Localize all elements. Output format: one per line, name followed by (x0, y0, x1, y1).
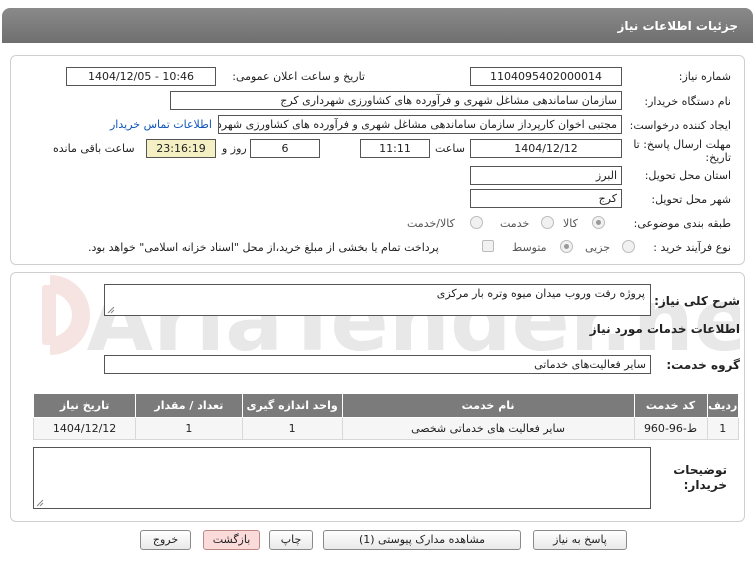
need-number-label: شماره نیاز: (678, 70, 731, 83)
announce-label: تاریخ و ساعت اعلان عمومی: (232, 70, 365, 83)
back-button[interactable]: بازگشت (203, 530, 260, 550)
cell-need-date: 1404/12/12 (32, 417, 137, 440)
deadline-label: مهلت ارسال پاسخ: تا (633, 138, 731, 151)
category-goods-service-label: کالا/خدمت (407, 217, 455, 230)
table-header-row: ردیف کد خدمت نام خدمت واحد اندازه گیری ت… (32, 393, 739, 418)
treasury-payment-checkbox[interactable] (482, 240, 494, 252)
process-medium-radio[interactable] (560, 240, 573, 253)
category-service-radio[interactable] (541, 216, 554, 229)
services-table: ردیف کد خدمت نام خدمت واحد اندازه گیری ت… (32, 393, 739, 440)
treasury-payment-note: پرداخت تمام یا بخشی از مبلغ خرید،از محل … (88, 241, 439, 254)
page-header: جزئیات اطلاعات نیاز (2, 8, 753, 43)
exit-button[interactable]: خروج (140, 530, 191, 550)
service-group-field: سایر فعالیت‌های خدماتی (104, 355, 651, 374)
cell-unit: 1 (241, 417, 343, 440)
service-group-label: گروه خدمت: (666, 358, 740, 372)
reply-button[interactable]: پاسخ به نیاز (533, 530, 627, 550)
buyer-contact-link[interactable]: اطلاعات تماس خریدار (110, 118, 212, 131)
days-remaining-field: 6 (250, 139, 320, 158)
col-header-row-num: ردیف (706, 393, 739, 418)
province-field: البرز (470, 166, 622, 185)
remaining-time-field: 23:16:19 (146, 139, 216, 158)
services-info-title: اطلاعات خدمات مورد نیاز (589, 322, 740, 336)
process-type-label: نوع فرآیند خرید : (653, 241, 731, 254)
category-goods-label: کالا (563, 217, 578, 230)
resize-grip-icon[interactable] (36, 499, 44, 507)
buyer-org-label: نام دستگاه خریدار: (644, 95, 731, 108)
announce-datetime-field: 1404/12/05 - 10:46 (66, 67, 216, 86)
col-header-need-date: تاریخ نیاز (32, 393, 137, 418)
table-row: 1 ط-96-960 سایر فعالیت های خدماتی شخصی 1… (32, 417, 739, 440)
view-attachments-button[interactable]: مشاهده مدارک پیوستی (1) (323, 530, 521, 550)
col-header-unit: واحد اندازه گیری (241, 393, 343, 418)
buyer-org-field: سازمان ساماندهی مشاغل شهری و فرآورده های… (170, 91, 622, 110)
col-header-service-code: کد خدمت (633, 393, 708, 418)
need-info-panel (10, 55, 745, 265)
buyer-notes-label-2: خریدار: (683, 478, 727, 492)
category-service-label: خدمت (500, 217, 530, 230)
buyer-notes-label: توضیحات (673, 463, 727, 477)
category-goods-radio[interactable] (592, 216, 605, 229)
need-number-field: 1104095402000014 (470, 67, 622, 86)
process-minor-radio[interactable] (622, 240, 635, 253)
process-medium-label: متوسط (512, 241, 547, 254)
creator-field: مجتبی اخوان کارپرداز سازمان ساماندهی مشا… (218, 115, 622, 134)
days-label: روز و (222, 142, 247, 155)
city-field: کرج (470, 189, 622, 208)
province-label: استان محل تحویل: (644, 169, 731, 182)
process-minor-label: جزیی (585, 241, 611, 254)
print-button[interactable]: چاپ (269, 530, 313, 550)
creator-label: ایجاد کننده درخواست: (629, 119, 731, 132)
general-desc-text: پروژه رفت وروب میدان میوه وتره بار مرکزی (436, 287, 645, 300)
resize-grip-icon[interactable] (107, 306, 115, 314)
category-goods-service-radio[interactable] (470, 216, 483, 229)
general-desc-label: شرح کلی نیاز: (654, 294, 740, 308)
remaining-label: ساعت باقی مانده (53, 142, 135, 155)
cell-quantity: 1 (135, 417, 243, 440)
category-label: طبقه بندی موضوعی: (633, 217, 731, 230)
deadline-label-date: تاریخ: (705, 151, 731, 164)
deadline-date-field: 1404/12/12 (470, 139, 622, 158)
city-label: شهر محل تحویل: (651, 193, 731, 206)
page-title: جزئیات اطلاعات نیاز (617, 19, 738, 33)
general-desc-field: پروژه رفت وروب میدان میوه وتره بار مرکزی (104, 284, 651, 316)
deadline-time-field: 11:11 (360, 139, 430, 158)
cell-service-name: سایر فعالیت های خدماتی شخصی (341, 417, 635, 440)
col-header-quantity: تعداد / مقدار (135, 393, 243, 418)
cell-service-code: ط-96-960 (633, 417, 708, 440)
col-header-service-name: نام خدمت (341, 393, 635, 418)
deadline-time-label: ساعت (435, 142, 465, 155)
cell-row-num: 1 (706, 417, 739, 440)
buyer-notes-field (33, 447, 651, 509)
